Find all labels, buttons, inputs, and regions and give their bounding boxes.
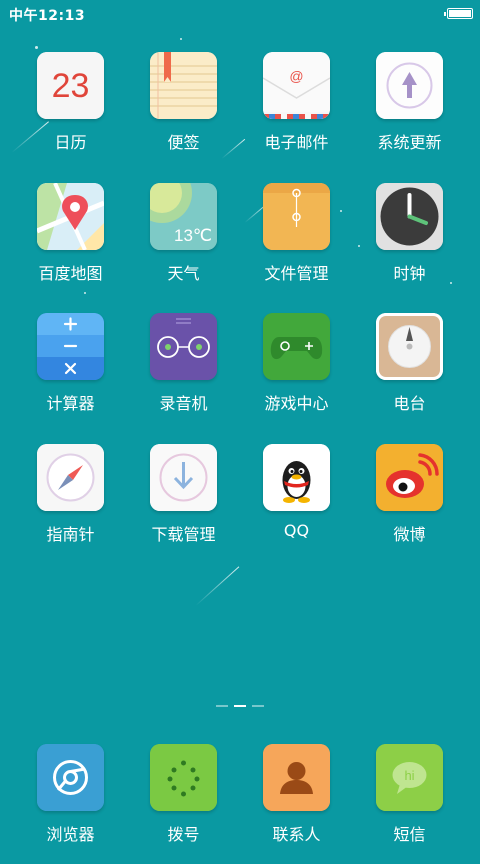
app-label: 计算器 <box>46 394 95 413</box>
page-dot <box>216 705 228 707</box>
app-label: 游戏中心 <box>264 394 329 413</box>
app-recorder[interactable]: 录音机 <box>127 313 240 433</box>
app-label: 系统更新 <box>377 133 442 152</box>
app-label: 微博 <box>393 525 426 544</box>
app-email[interactable]: @ 电子邮件 <box>240 52 353 172</box>
dock-browser[interactable]: 浏览器 <box>14 744 127 864</box>
app-download-manager[interactable]: 下载管理 <box>127 444 240 564</box>
app-weibo[interactable]: 微博 <box>353 444 466 564</box>
weather-sun-icon: 13℃ <box>150 183 217 250</box>
download-icon <box>150 444 217 511</box>
dock-contacts[interactable]: 联系人 <box>240 744 353 864</box>
app-radio[interactable]: 电台 <box>353 313 466 433</box>
browser-icon <box>37 744 104 811</box>
notepad-icon <box>150 52 217 119</box>
app-label: 时钟 <box>393 264 426 283</box>
penguin-icon <box>263 444 330 511</box>
app-label: 下载管理 <box>151 525 216 544</box>
app-label: 便签 <box>167 133 200 152</box>
app-label: 浏览器 <box>46 825 95 844</box>
app-file-manager[interactable]: 文件管理 <box>240 183 353 303</box>
app-calendar[interactable]: 23 日历 <box>14 52 127 172</box>
app-label: 百度地图 <box>38 264 103 283</box>
envelope-icon: @ <box>263 52 330 119</box>
calendar-icon: 23 <box>37 52 104 119</box>
chat-bubble-text: hi <box>404 768 414 783</box>
calculator-icon <box>37 313 104 380</box>
dock-messages[interactable]: hi 短信 <box>353 744 466 864</box>
app-label: 拨号 <box>167 825 200 844</box>
app-label: QQ <box>283 521 310 540</box>
app-label: 联系人 <box>272 825 321 844</box>
app-label: 指南针 <box>46 525 95 544</box>
app-baidu-maps[interactable]: 百度地图 <box>14 183 127 303</box>
app-game-center[interactable]: 游戏中心 <box>240 313 353 433</box>
app-label: 电子邮件 <box>264 133 329 152</box>
calendar-date: 23 <box>52 67 90 105</box>
battery-icon <box>444 8 473 19</box>
app-label: 短信 <box>393 825 426 844</box>
gamepad-icon <box>263 313 330 380</box>
app-label: 天气 <box>167 264 200 283</box>
svg-text:@: @ <box>289 68 303 84</box>
weather-temperature: 13℃ <box>174 226 212 245</box>
app-label: 日历 <box>54 133 87 152</box>
app-system-update[interactable]: 系统更新 <box>353 52 466 172</box>
compass-icon <box>37 444 104 511</box>
app-weather[interactable]: 13℃ 天气 <box>127 183 240 303</box>
app-clock[interactable]: 时钟 <box>353 183 466 303</box>
page-dot <box>252 705 264 707</box>
dialpad-icon <box>150 744 217 811</box>
app-label: 文件管理 <box>264 264 329 283</box>
radio-dial-icon <box>376 313 443 380</box>
status-bar: 中午12:13 <box>0 0 480 28</box>
status-time: 中午12:13 <box>9 8 86 24</box>
app-label: 录音机 <box>159 394 208 413</box>
cassette-icon <box>150 313 217 380</box>
app-label: 电台 <box>393 394 426 413</box>
person-icon <box>263 744 330 811</box>
weibo-eye-icon <box>376 444 443 511</box>
app-calculator[interactable]: 计算器 <box>14 313 127 433</box>
map-pin-icon <box>37 183 104 250</box>
chat-bubble-icon: hi <box>376 744 443 811</box>
dock-dialer[interactable]: 拨号 <box>127 744 240 864</box>
folder-icon <box>263 183 330 250</box>
app-compass[interactable]: 指南针 <box>14 444 127 564</box>
clock-icon <box>376 183 443 250</box>
page-dot-active <box>234 705 246 707</box>
page-indicator[interactable] <box>216 704 264 708</box>
app-qq[interactable]: QQ <box>240 444 353 564</box>
app-notes[interactable]: 便签 <box>127 52 240 172</box>
update-arrow-icon <box>376 52 443 119</box>
